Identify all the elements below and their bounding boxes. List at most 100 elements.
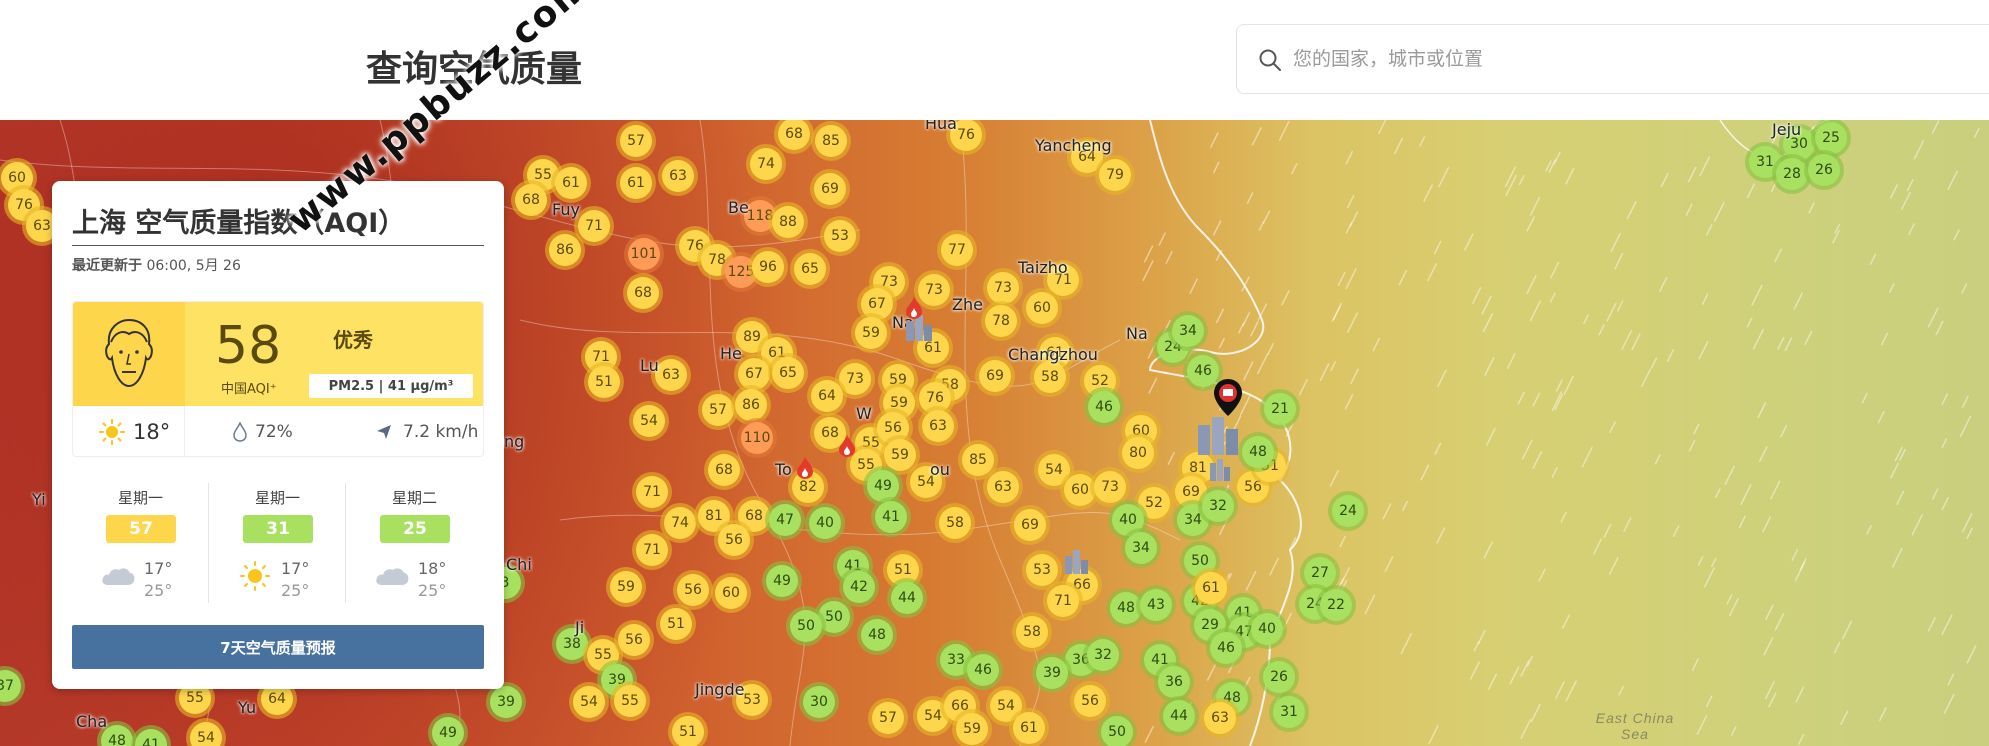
aqi-station-marker[interactable]: 86 bbox=[735, 389, 767, 421]
aqi-station-marker[interactable]: 61 bbox=[620, 167, 652, 199]
aqi-station-marker[interactable]: 39 bbox=[1036, 657, 1068, 689]
aqi-station-marker[interactable]: 57 bbox=[872, 702, 904, 734]
aqi-station-marker[interactable]: 63 bbox=[987, 471, 1019, 503]
aqi-station-marker[interactable]: 58 bbox=[1016, 616, 1048, 648]
aqi-station-marker[interactable]: 46 bbox=[1088, 391, 1120, 423]
aqi-station-marker[interactable]: 64 bbox=[811, 380, 843, 412]
aqi-station-marker[interactable]: 60 bbox=[1026, 292, 1058, 324]
aqi-station-marker[interactable]: 48 bbox=[861, 619, 893, 651]
aqi-station-marker[interactable]: 44 bbox=[891, 582, 923, 614]
aqi-station-marker[interactable]: 32 bbox=[1087, 639, 1119, 671]
aqi-station-marker[interactable]: 47 bbox=[769, 504, 801, 536]
aqi-station-marker[interactable]: 53 bbox=[1026, 554, 1058, 586]
aqi-station-marker[interactable]: 69 bbox=[979, 360, 1011, 392]
aqi-station-marker[interactable]: 67 bbox=[861, 288, 893, 320]
aqi-station-marker[interactable]: 27 bbox=[1304, 557, 1336, 589]
aqi-station-marker[interactable]: 73 bbox=[987, 272, 1019, 304]
aqi-station-marker[interactable]: 34 bbox=[1172, 315, 1204, 347]
aqi-station-marker[interactable]: 73 bbox=[1094, 471, 1126, 503]
aqi-station-marker[interactable]: 71 bbox=[578, 210, 610, 242]
aqi-station-marker[interactable]: 68 bbox=[627, 277, 659, 309]
aqi-station-marker[interactable]: 41 bbox=[875, 501, 907, 533]
aqi-station-marker[interactable]: 59 bbox=[956, 713, 988, 745]
aqi-station-marker[interactable]: 51 bbox=[887, 554, 919, 586]
aqi-station-marker[interactable]: 65 bbox=[772, 357, 804, 389]
aqi-station-marker[interactable]: 56 bbox=[718, 524, 750, 556]
aqi-station-marker[interactable]: 85 bbox=[962, 444, 994, 476]
aqi-station-marker[interactable]: 61 bbox=[1195, 572, 1227, 604]
aqi-station-marker[interactable]: 44 bbox=[1163, 700, 1195, 732]
aqi-station-marker[interactable]: 48 bbox=[1242, 436, 1274, 468]
aqi-station-marker[interactable]: 56 bbox=[677, 574, 709, 606]
aqi-station-marker[interactable]: 71 bbox=[636, 534, 668, 566]
aqi-station-marker[interactable]: 71 bbox=[636, 476, 668, 508]
aqi-station-marker[interactable]: 68 bbox=[708, 454, 740, 486]
aqi-station-marker[interactable]: 21 bbox=[1264, 393, 1296, 425]
aqi-station-marker[interactable]: 67 bbox=[738, 358, 770, 390]
aqi-station-marker[interactable]: 110 bbox=[741, 422, 773, 454]
aqi-station-marker[interactable]: 63 bbox=[1204, 702, 1236, 734]
aqi-station-marker[interactable]: 28 bbox=[1776, 158, 1808, 190]
aqi-station-marker[interactable]: 56 bbox=[618, 624, 650, 656]
aqi-station-marker[interactable]: 60 bbox=[715, 577, 747, 609]
aqi-station-marker[interactable]: 57 bbox=[702, 394, 734, 426]
aqi-station-marker[interactable]: 39 bbox=[490, 686, 522, 718]
aqi-station-marker[interactable]: 74 bbox=[664, 507, 696, 539]
aqi-station-marker[interactable]: 48 bbox=[1110, 592, 1142, 624]
search-input[interactable] bbox=[1293, 39, 1989, 79]
aqi-station-marker[interactable]: 24 bbox=[1332, 495, 1364, 527]
aqi-station-marker[interactable]: 22 bbox=[1320, 589, 1352, 621]
aqi-station-marker[interactable]: 54 bbox=[633, 405, 665, 437]
aqi-station-marker[interactable]: 63 bbox=[655, 359, 687, 391]
aqi-station-marker[interactable]: 101 bbox=[628, 238, 660, 270]
aqi-station-marker[interactable]: 79 bbox=[1099, 159, 1131, 191]
aqi-station-marker[interactable]: 60 bbox=[1064, 474, 1096, 506]
aqi-station-marker[interactable]: 59 bbox=[610, 571, 642, 603]
location-pin-icon[interactable] bbox=[1213, 378, 1243, 418]
aqi-station-marker[interactable]: 59 bbox=[884, 439, 916, 471]
aqi-station-marker[interactable]: 31 bbox=[1273, 696, 1305, 728]
aqi-station-marker[interactable]: 88 bbox=[772, 206, 804, 238]
aqi-station-marker[interactable]: 54 bbox=[573, 686, 605, 718]
aqi-station-marker[interactable]: 61 bbox=[555, 167, 587, 199]
aqi-station-marker[interactable]: 43 bbox=[1140, 589, 1172, 621]
aqi-station-marker[interactable]: 68 bbox=[515, 184, 547, 216]
aqi-station-marker[interactable]: 26 bbox=[1263, 661, 1295, 693]
aqi-station-marker[interactable]: 50 bbox=[1101, 716, 1133, 746]
aqi-station-marker[interactable]: 63 bbox=[662, 160, 694, 192]
aqi-station-marker[interactable]: 51 bbox=[588, 366, 620, 398]
aqi-station-marker[interactable]: 40 bbox=[1251, 613, 1283, 645]
aqi-station-marker[interactable]: 73 bbox=[839, 363, 871, 395]
aqi-station-marker[interactable]: 85 bbox=[815, 125, 847, 157]
aqi-station-marker[interactable]: 49 bbox=[766, 565, 798, 597]
aqi-station-marker[interactable]: 32 bbox=[1202, 490, 1234, 522]
aqi-station-marker[interactable]: 40 bbox=[809, 507, 841, 539]
aqi-station-marker[interactable]: 50 bbox=[790, 610, 822, 642]
forecast-7day-button[interactable]: 7天空气质量预报 bbox=[72, 625, 484, 669]
aqi-station-marker[interactable]: 78 bbox=[985, 305, 1017, 337]
aqi-station-marker[interactable]: 36 bbox=[1158, 666, 1190, 698]
aqi-station-marker[interactable]: 74 bbox=[750, 148, 782, 180]
aqi-station-marker[interactable]: 34 bbox=[1125, 532, 1157, 564]
aqi-station-marker[interactable]: 77 bbox=[941, 234, 973, 266]
aqi-station-marker[interactable]: 69 bbox=[1014, 509, 1046, 541]
aqi-station-marker[interactable]: 71 bbox=[1047, 585, 1079, 617]
aqi-station-marker[interactable]: 46 bbox=[967, 654, 999, 686]
search-box[interactable] bbox=[1236, 24, 1989, 94]
aqi-station-marker[interactable]: 86 bbox=[549, 234, 581, 266]
aqi-station-marker[interactable]: 25 bbox=[1815, 122, 1847, 154]
aqi-station-marker[interactable]: 56 bbox=[1074, 685, 1106, 717]
aqi-station-marker[interactable]: 57 bbox=[620, 125, 652, 157]
aqi-station-marker[interactable]: 55 bbox=[614, 685, 646, 717]
aqi-station-marker[interactable]: 63 bbox=[922, 410, 954, 442]
aqi-station-marker[interactable]: 61 bbox=[1013, 712, 1045, 744]
aqi-station-marker[interactable]: 58 bbox=[1034, 361, 1066, 393]
aqi-station-marker[interactable]: 26 bbox=[1808, 154, 1840, 186]
aqi-station-marker[interactable]: 96 bbox=[752, 251, 784, 283]
aqi-station-marker[interactable]: 80 bbox=[1122, 437, 1154, 469]
aqi-station-marker[interactable]: 69 bbox=[814, 173, 846, 205]
aqi-station-marker[interactable]: 51 bbox=[660, 608, 692, 640]
aqi-station-marker[interactable]: 51 bbox=[672, 716, 704, 746]
aqi-station-marker[interactable]: 53 bbox=[824, 220, 856, 252]
aqi-station-marker[interactable]: 42 bbox=[843, 571, 875, 603]
